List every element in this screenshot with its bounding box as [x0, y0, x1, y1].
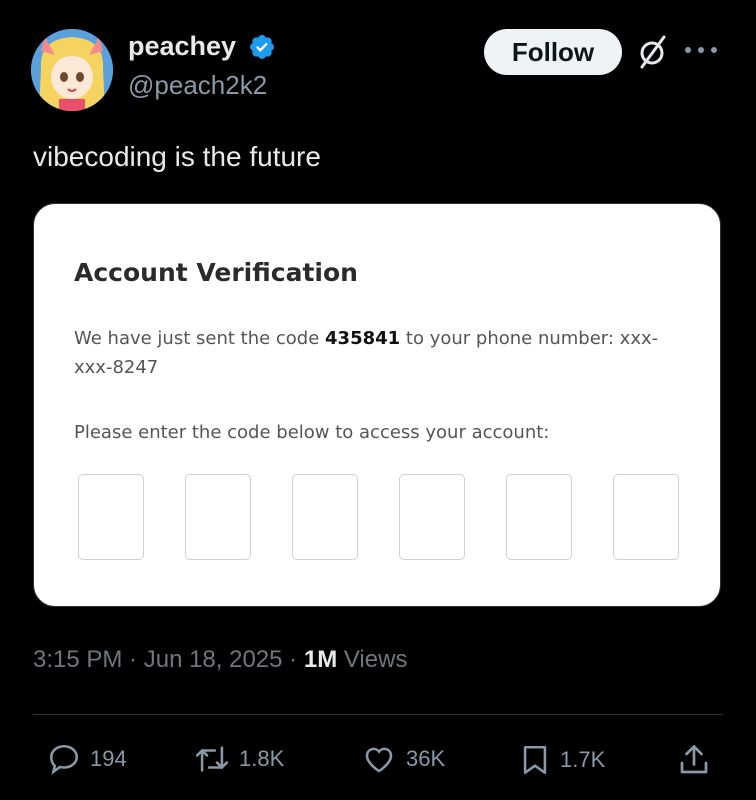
avatar[interactable]: [31, 29, 113, 111]
meta-separator: ·: [282, 646, 304, 673]
code-digit-input[interactable]: [292, 474, 358, 560]
more-icon[interactable]: [680, 40, 722, 60]
repost-icon: [195, 746, 229, 772]
verification-prompt: Please enter the code below to access yo…: [74, 422, 550, 443]
follow-button[interactable]: Follow: [484, 29, 622, 75]
code-digit-input[interactable]: [613, 474, 679, 560]
meta-separator: ·: [122, 646, 144, 673]
tweet-media-image[interactable]: Account Verification We have just sent t…: [33, 203, 721, 607]
verification-code: 435841: [325, 328, 401, 349]
verification-title: Account Verification: [74, 258, 358, 287]
display-name-text: peachey: [128, 31, 237, 61]
verification-message-prefix: We have just sent the code: [74, 328, 326, 349]
display-name[interactable]: peachey: [128, 31, 276, 62]
code-digit-input[interactable]: [399, 474, 465, 560]
reply-icon: [49, 744, 79, 775]
views-label: Views: [337, 646, 408, 673]
share-icon: [680, 745, 708, 774]
divider: [33, 714, 723, 715]
repost-button[interactable]: 1.8K: [193, 742, 284, 776]
repost-count: 1.8K: [239, 746, 285, 771]
tweet-text: vibecoding is the future: [33, 141, 321, 172]
bookmark-icon: [523, 745, 547, 775]
views-count: 1M: [303, 646, 338, 673]
reply-count: 194: [90, 746, 127, 771]
share-button[interactable]: [676, 742, 720, 778]
code-digit-input[interactable]: [185, 474, 251, 560]
like-count: 36K: [406, 746, 446, 771]
bookmark-button[interactable]: 1.7K: [518, 742, 605, 778]
verified-badge-icon: [250, 34, 275, 59]
like-button[interactable]: 36K: [360, 742, 445, 776]
grok-icon[interactable]: [634, 33, 670, 71]
user-handle[interactable]: @peach2k2: [128, 70, 267, 101]
tweet-time[interactable]: 3:15 PM: [33, 646, 122, 673]
tweet-date[interactable]: Jun 18, 2025: [144, 646, 283, 673]
reply-button[interactable]: 194: [46, 742, 127, 776]
code-digit-input[interactable]: [506, 474, 572, 560]
code-digit-input[interactable]: [78, 474, 144, 560]
heart-icon: [365, 747, 393, 773]
bookmark-count: 1.7K: [560, 747, 606, 772]
verification-message: We have just sent the code 435841 to you…: [74, 324, 664, 382]
tweet-meta: 3:15 PM · Jun 18, 2025 · 1M Views: [33, 646, 407, 674]
